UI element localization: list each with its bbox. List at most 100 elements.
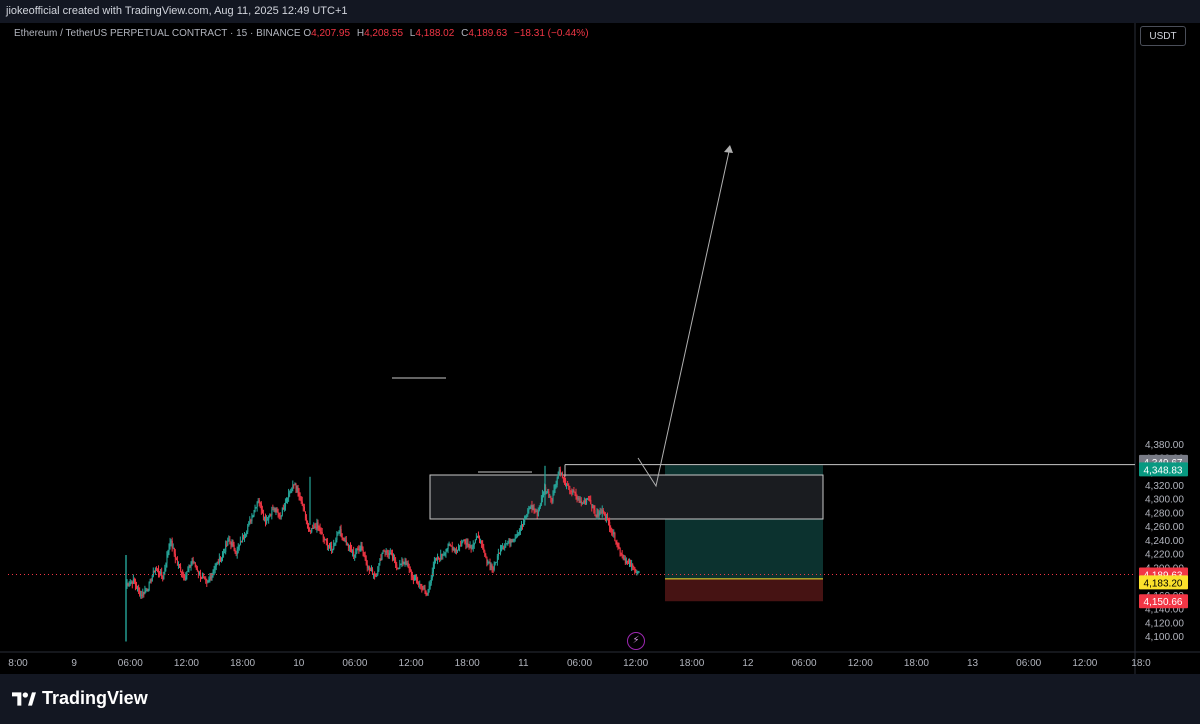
candle-body (216, 561, 218, 564)
candle-body (375, 576, 377, 578)
stop-zone (665, 578, 823, 602)
time-tick-label: 11 (518, 658, 529, 669)
candle-body (336, 535, 338, 541)
candle-body (250, 519, 252, 522)
lightning-icon[interactable]: ⚡ (627, 632, 645, 650)
candle-body (270, 514, 272, 516)
candle-body (547, 491, 549, 493)
candle-body (430, 577, 432, 583)
candle-body (341, 533, 343, 539)
candle-body (267, 519, 269, 521)
currency-unit-button[interactable]: USDT (1140, 26, 1186, 46)
candle-body (230, 541, 232, 546)
candle-body (330, 546, 332, 548)
candle-body (451, 546, 453, 550)
candle-body (399, 564, 401, 569)
candle-body (566, 483, 568, 487)
candle-body (442, 555, 444, 557)
candle-body (618, 546, 620, 549)
candle-body (210, 576, 212, 578)
candle-body (132, 579, 134, 584)
candle-body (339, 529, 341, 533)
candle-body (234, 550, 236, 554)
candle-body (480, 541, 482, 543)
candle-body (552, 494, 554, 502)
candle-body (585, 500, 587, 503)
price-tick-label: 4,220.00 (1145, 550, 1184, 561)
time-tick-label: 06:00 (792, 658, 817, 669)
candle-body (605, 515, 607, 519)
candle-body (621, 554, 623, 556)
candle-body (419, 584, 421, 586)
candle-body (161, 572, 163, 577)
candle-body (371, 569, 373, 571)
candle-body (206, 580, 208, 583)
candle-body (215, 563, 217, 567)
candle-body (235, 553, 237, 555)
price-chart[interactable]: 4,100.004,120.004,140.004,160.004,180.00… (0, 0, 1200, 674)
candle-body (444, 553, 446, 555)
candle-body (163, 572, 165, 580)
candle-body (524, 517, 526, 522)
candle-body (554, 487, 556, 490)
candle-body (280, 515, 282, 517)
candle-body (303, 506, 305, 512)
candle-body (488, 562, 490, 564)
candle-body (429, 582, 431, 587)
candle-body (393, 557, 395, 560)
candle-body (221, 557, 223, 562)
candle-body (162, 576, 164, 580)
grid-layer (0, 23, 1200, 674)
candle-body (379, 558, 381, 564)
candle-body (284, 506, 286, 510)
candle-body (380, 558, 382, 560)
candle-body (491, 565, 493, 569)
candle-body (305, 511, 307, 518)
candle-body (458, 547, 460, 551)
candle-body (601, 509, 603, 514)
candle-body (166, 554, 168, 564)
candle-body (276, 509, 278, 512)
candle-body (187, 569, 189, 572)
candle-body (512, 540, 514, 542)
time-tick-label: 12:00 (399, 658, 424, 669)
candle-body (597, 512, 599, 516)
candle-body (323, 537, 325, 541)
candle-body (285, 502, 287, 507)
candle-body (236, 548, 238, 555)
candle-body (173, 548, 175, 554)
candle-body (281, 507, 283, 516)
candle-body (615, 541, 617, 544)
candle-body (172, 548, 174, 550)
time-axis: 8:00 9 06:00 12:00 18:00 10 06:00 12:00 18:00 11 0… (8, 658, 1151, 669)
candle-body (479, 538, 481, 543)
candle-body (211, 573, 213, 578)
candle-body (345, 540, 347, 545)
candle-body (386, 550, 388, 553)
candle-body (169, 542, 171, 547)
candle-body (277, 511, 279, 514)
candle-body (513, 539, 515, 541)
candle-body (247, 526, 249, 532)
candle-body (208, 578, 210, 581)
candle-body (577, 497, 579, 499)
candle-body (194, 562, 196, 567)
time-tick-label: 13 (967, 658, 979, 669)
candle-body (589, 499, 591, 501)
candle-body (516, 534, 518, 537)
candle-body (520, 529, 522, 531)
projection-arrowhead (724, 145, 733, 153)
candle-body (349, 546, 351, 548)
candle-body (207, 580, 209, 583)
candle-body (450, 545, 452, 547)
candle-body (290, 490, 292, 493)
candle-body (475, 536, 477, 540)
candle-body (439, 558, 441, 560)
price-tick-label: 4,280.00 (1145, 508, 1184, 519)
candle-body (482, 543, 484, 548)
candle-body (126, 583, 128, 585)
candle-body (209, 576, 211, 579)
candle-body (401, 560, 403, 564)
candle-body (422, 589, 424, 591)
candle-body (456, 549, 458, 552)
